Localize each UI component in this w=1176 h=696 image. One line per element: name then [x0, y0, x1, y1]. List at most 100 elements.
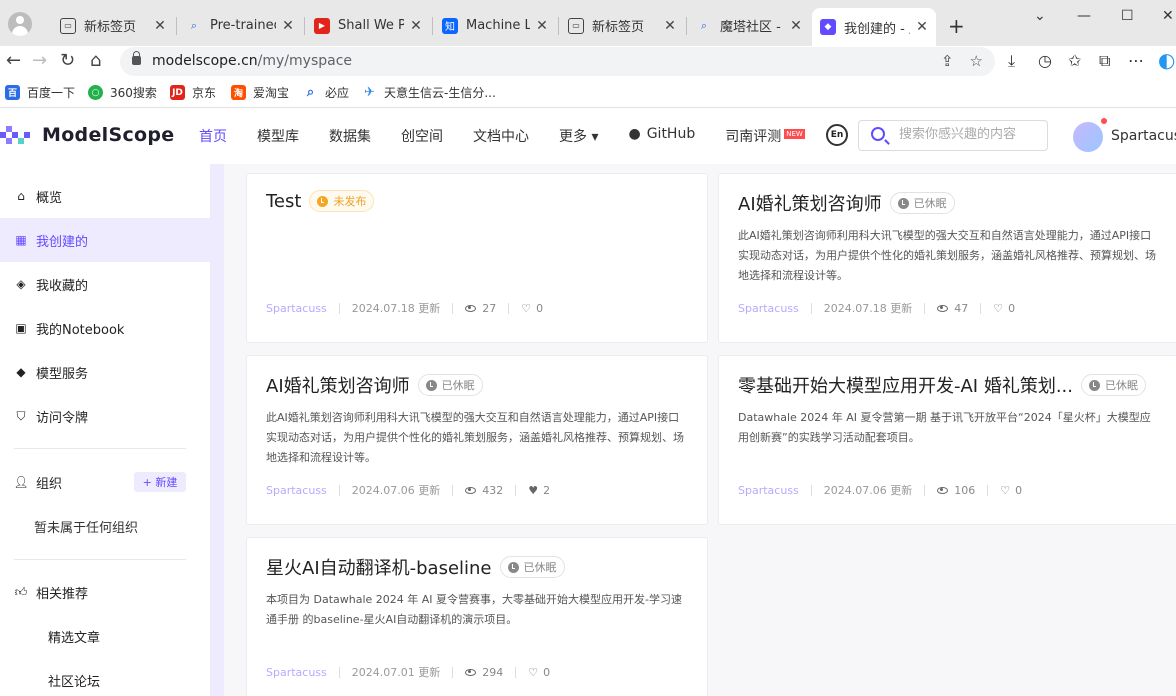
close-tab-icon[interactable]: ✕	[410, 18, 422, 34]
project-card[interactable]: AI婚礼策划咨询师 已休眠 此AI婚礼策划咨询师利用科大讯飞模型的强大交互和自然…	[246, 355, 708, 525]
card-title[interactable]: AI婚礼策划咨询师	[266, 372, 410, 398]
close-tab-icon[interactable]: ✕	[536, 18, 548, 34]
browser-tab[interactable]: ⌕ Pre-trained ✕	[178, 9, 302, 42]
notebook-icon: ▣	[15, 321, 27, 335]
project-card[interactable]: 星火AI自动翻译机-baseline 已休眠 本项目为 Datawhale 20…	[246, 537, 708, 696]
bookmark-jd[interactable]: JD 京东	[170, 84, 216, 101]
close-tab-icon[interactable]: ✕	[154, 18, 166, 34]
download-icon[interactable]: ⤓	[1008, 51, 1015, 71]
close-tab-icon[interactable]: ✕	[664, 18, 676, 34]
browser-tab-active[interactable]: ◆ 我创建的 - 魔 ✕	[812, 8, 936, 46]
browser-tab[interactable]: 知 Machine Le ✕	[434, 9, 556, 42]
card-title[interactable]: AI婚礼策划咨询师	[738, 190, 882, 216]
extensions-icon[interactable]: ⧉	[1099, 51, 1110, 71]
card-title[interactable]: Test	[266, 191, 301, 212]
eye-icon	[937, 304, 949, 312]
heart-icon[interactable]: ♡	[528, 666, 538, 679]
tab-page-icon: ▭	[60, 17, 76, 34]
minimize-icon[interactable]: —	[1077, 8, 1091, 24]
search-icon: ⌕	[700, 18, 708, 32]
favorite-star-icon[interactable]: ☆	[970, 52, 983, 70]
forward-icon[interactable]: →	[32, 50, 47, 71]
clock-icon	[507, 561, 519, 573]
bookmark-tianyi[interactable]: ✈ 天意生信云-生信分...	[362, 84, 496, 101]
project-card[interactable]: 零基础开始大模型应用开发-AI 婚礼策划... 已休眠 Datawhale 20…	[718, 355, 1176, 525]
close-tab-icon[interactable]: ✕	[282, 18, 294, 34]
language-switch-icon[interactable]: En	[826, 124, 848, 146]
reload-icon[interactable]: ↻	[60, 50, 75, 71]
sidebar-item-access-token[interactable]: ⛉ 访问令牌	[0, 394, 210, 438]
tab-list-icon[interactable]: ⌄	[1034, 8, 1046, 24]
card-author[interactable]: Spartacuss	[266, 484, 327, 497]
window-close-icon[interactable]: ✕	[1162, 8, 1174, 24]
back-icon[interactable]: ←	[6, 50, 21, 71]
heart-icon[interactable]: ♡	[521, 302, 531, 315]
bookmark-baidu[interactable]: 百百度一下	[5, 84, 75, 101]
site-search[interactable]	[858, 120, 1048, 151]
browser-tab[interactable]: ▭ 新标签页 ✕	[560, 9, 684, 42]
jd-icon: JD	[170, 85, 185, 100]
project-card[interactable]: Test 未发布 Spartacuss 2024.07.18 更新 27 ♡ 0	[246, 173, 708, 343]
browser-tab[interactable]: ▭ 新标签页 ✕	[52, 9, 174, 42]
favorites-icon[interactable]: ✩	[1068, 51, 1081, 70]
user-icon: 👤︎	[13, 475, 29, 489]
card-author[interactable]: Spartacuss	[266, 666, 327, 679]
search-icon: ⌕	[190, 18, 198, 32]
maximize-icon[interactable]: ☐	[1121, 8, 1134, 24]
sidebar-item-created[interactable]: ▦ 我创建的	[0, 218, 210, 262]
nav-more[interactable]: 更多 ▾	[559, 126, 598, 146]
browser-tab[interactable]: ⌕ 魔塔社区 - 搜 ✕	[688, 9, 810, 42]
nav-models[interactable]: 模型库	[257, 126, 299, 146]
nav-docs[interactable]: 文档中心	[473, 126, 529, 146]
modelscope-logo[interactable]: ModelScope	[0, 124, 174, 146]
home-icon[interactable]: ⌂	[90, 50, 101, 71]
copilot-icon[interactable]: ◐	[1158, 48, 1175, 72]
sidebar-item-forum[interactable]: 社区论坛	[0, 658, 210, 696]
profile-icon[interactable]	[8, 12, 32, 36]
card-author[interactable]: Spartacuss	[738, 302, 799, 315]
eye-icon	[465, 304, 477, 312]
sidebar-item-overview[interactable]: ⌂ 概览	[0, 174, 210, 218]
bookmark-360[interactable]: ○ 360搜索	[88, 84, 157, 101]
new-org-button[interactable]: + 新建	[134, 472, 186, 492]
avatar[interactable]	[1073, 122, 1103, 152]
search-input[interactable]	[899, 127, 1044, 142]
eye-icon	[937, 486, 949, 494]
card-title[interactable]: 星火AI自动翻译机-baseline	[266, 554, 492, 580]
card-author[interactable]: Spartacuss	[738, 484, 799, 497]
divider	[14, 448, 186, 449]
clock-icon	[425, 379, 437, 391]
nav-evaluation[interactable]: 司南评测 NEW	[725, 126, 805, 146]
card-description: 本项目为 Datawhale 2024 年 AI 夏令营赛事，大零基础开始大模型…	[266, 593, 683, 626]
bookmark-bing[interactable]: ⌕ 必应	[303, 84, 349, 101]
card-title[interactable]: 零基础开始大模型应用开发-AI 婚礼策划...	[738, 372, 1073, 398]
nav-studios[interactable]: 创空间	[401, 126, 443, 146]
history-icon[interactable]: ◷	[1038, 51, 1052, 70]
url-text: modelscope.cn/my/myspace	[152, 53, 353, 69]
browser-tab[interactable]: ▶ Shall We Pr ✕	[306, 9, 430, 42]
more-menu-icon[interactable]: ⋯	[1128, 51, 1144, 70]
sidebar: ⌂ 概览 ▦ 我创建的 ◈ 我收藏的 ▣ 我的Notebook ◆ 模型服务 ⛉ 访问令牌 …	[0, 164, 210, 696]
sidebar-item-model-service[interactable]: ◆ 模型服务	[0, 350, 210, 394]
card-author[interactable]: Spartacuss	[266, 302, 327, 315]
nav-datasets[interactable]: 数据集	[329, 126, 371, 146]
card-description	[266, 222, 688, 282]
project-card[interactable]: AI婚礼策划咨询师 已休眠 此AI婚礼策划咨询师利用科大讯飞模型的强大交互和自然…	[718, 173, 1176, 343]
close-tab-icon[interactable]: ✕	[916, 19, 928, 35]
sidebar-item-favorites[interactable]: ◈ 我收藏的	[0, 262, 210, 306]
heart-icon[interactable]: ♥	[528, 484, 538, 497]
username[interactable]: Spartacuss	[1111, 128, 1176, 144]
url-field[interactable]: modelscope.cn/my/myspace ⇪ ☆	[120, 47, 995, 76]
sidebar-item-label: 我的Notebook	[36, 322, 125, 338]
sidebar-item-articles[interactable]: 精选文章	[0, 614, 210, 658]
nav-home[interactable]: 首页	[199, 126, 227, 146]
close-tab-icon[interactable]: ✕	[790, 18, 802, 34]
heart-icon[interactable]: ♡	[993, 302, 1003, 315]
share-icon[interactable]: ⇪	[941, 52, 954, 70]
heart-icon[interactable]: ♡	[1000, 484, 1010, 497]
nav-github[interactable]: ● GitHub	[628, 126, 695, 146]
sidebar-item-notebook[interactable]: ▣ 我的Notebook	[0, 306, 210, 350]
bookmark-taobao[interactable]: 淘爱淘宝	[231, 84, 289, 101]
new-tab-icon[interactable]: +	[948, 14, 965, 38]
card-description: 此AI婚礼策划咨询师利用科大讯飞模型的强大交互和自然语言处理能力，通过API接口…	[738, 229, 1156, 282]
